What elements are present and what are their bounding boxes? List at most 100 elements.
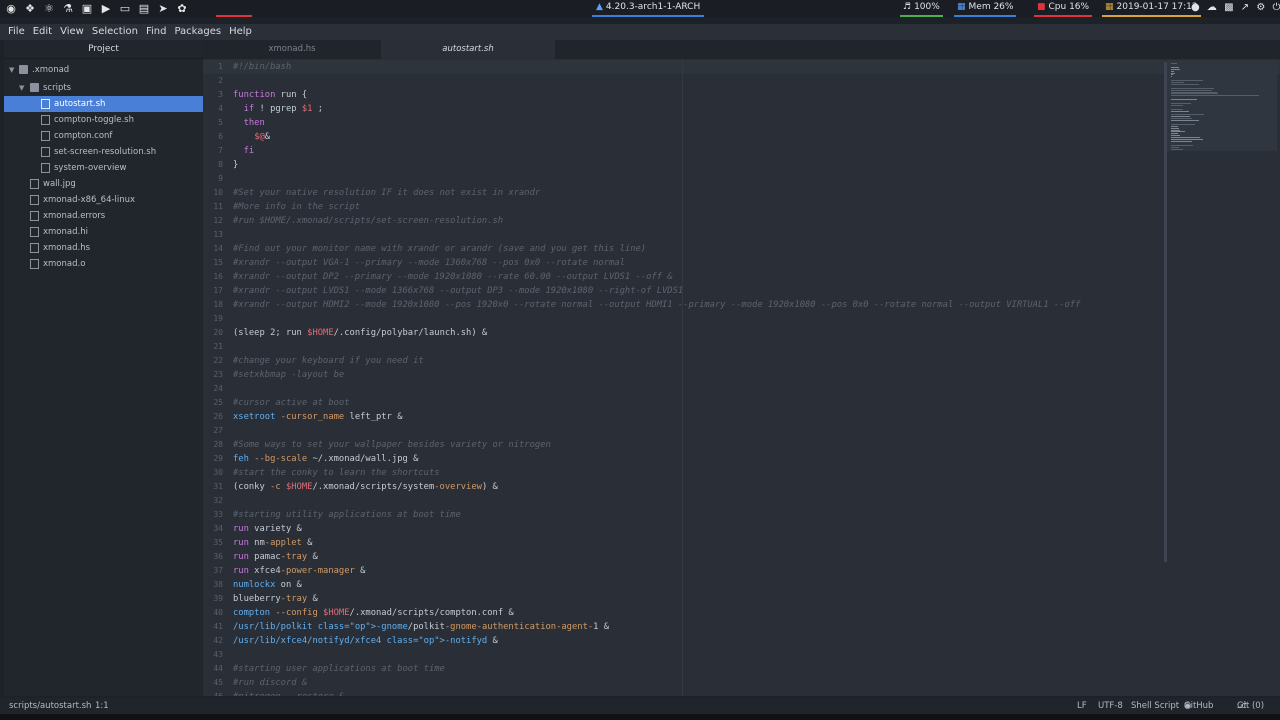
file-icon <box>30 211 39 221</box>
code-line[interactable]: #starting utility applications at boot t… <box>233 508 461 522</box>
tree-file-compton-toggle[interactable]: compton-toggle.sh <box>4 112 203 128</box>
power-icon[interactable]: ⏻ <box>1272 2 1280 13</box>
code-line[interactable]: #starting user applications at boot time <box>233 662 445 676</box>
flask-icon[interactable]: ⚗ <box>60 0 76 17</box>
code-line[interactable]: (conky -c $HOME/.xmonad/scripts/system-o… <box>233 480 498 494</box>
code-line[interactable]: numlockx on & <box>233 578 302 592</box>
code-line[interactable]: $@& <box>233 130 270 144</box>
code-line[interactable]: run pamac-tray & <box>233 550 318 564</box>
code-line[interactable]: run xfce4-power-manager & <box>233 564 365 578</box>
code-line[interactable]: xsetroot -cursor_name left_ptr & <box>233 410 403 424</box>
code-line[interactable]: feh --bg-scale ~/.xmonad/wall.jpg & <box>233 452 418 466</box>
code-line[interactable]: /usr/lib/xfce4/notifyd/xfce4 class="op">… <box>233 634 498 648</box>
tab-autostart-sh[interactable]: autostart.sh <box>381 40 555 59</box>
menu-file[interactable]: File <box>4 24 29 40</box>
file-path[interactable]: scripts/autostart.sh <box>9 698 91 714</box>
code-line[interactable]: #!/bin/bash <box>233 60 291 74</box>
file-encoding[interactable]: UTF-8 <box>1098 698 1123 714</box>
grammar-selector[interactable]: Shell Script <box>1131 698 1179 714</box>
memory-icon: ▦ <box>957 2 966 12</box>
arrow-icon[interactable]: ↗ <box>1241 2 1249 13</box>
files-icon[interactable]: ▤ <box>136 0 152 17</box>
project-tree-panel: Project ▼ .xmonad ▼ scripts autostart.sh c… <box>4 40 203 696</box>
code-line[interactable]: #nitrogen --restore & <box>233 690 344 696</box>
code-line[interactable]: } <box>233 158 238 172</box>
tree-file-autostart[interactable]: autostart.sh <box>4 96 203 112</box>
tree-file-compton-conf[interactable]: compton.conf <box>4 128 203 144</box>
line-number: 29 <box>213 454 223 463</box>
code-line[interactable]: #cursor active at boot <box>233 396 350 410</box>
video-icon[interactable]: ▶ <box>98 0 114 17</box>
tree-file-xmonad-binary[interactable]: xmonad-x86_64-linux <box>4 192 203 208</box>
menu-find[interactable]: Find <box>142 24 171 40</box>
code-line[interactable]: #Find out your monitor name with xrandr … <box>233 242 646 256</box>
tree-file-xmonad-o[interactable]: xmonad.o <box>4 256 203 272</box>
cursor-position[interactable]: 1:1 <box>95 698 109 714</box>
code-line[interactable]: then <box>233 116 265 130</box>
workspace-indicator <box>216 15 252 17</box>
code-line[interactable]: run variety & <box>233 522 302 536</box>
code-editor[interactable]: 1 2 3 4 5 6 7 8 9 10 11 12 13 14 15 16 17 18 19 20 21 22 23 24 2… <box>203 59 1280 696</box>
code-line[interactable]: function run { <box>233 88 307 102</box>
laptop-icon[interactable]: ▭ <box>117 0 133 17</box>
menu-selection[interactable]: Selection <box>88 24 142 40</box>
settings-icon[interactable]: ⚙ <box>1256 2 1265 13</box>
line-number: 12 <box>213 216 223 225</box>
system-top-bar: ◉ ❖ ⚛ ⚗ ▣ ▶ ▭ ▤ ➤ ✿ ▲ 4.20.3-arch1-1-ARCH… <box>0 0 1280 17</box>
code-line[interactable]: #xrandr --output LVDS1 --mode 1366x768 -… <box>233 284 683 298</box>
code-line[interactable]: if ! pgrep $1 ; <box>233 102 323 116</box>
atom-icon[interactable]: ⚛ <box>41 0 57 17</box>
code-line[interactable]: #More info in the script <box>233 200 360 214</box>
code-line[interactable]: /usr/lib/polkit class="op">-gnome/polkit… <box>233 620 609 634</box>
code-line[interactable]: compton --config $HOME/.xmonad/scripts/c… <box>233 606 514 620</box>
paw-icon[interactable]: ✿ <box>174 0 190 17</box>
code-line[interactable]: #run discord & <box>233 676 307 690</box>
menu-help[interactable]: Help <box>225 24 256 40</box>
code-line[interactable]: blueberry-tray & <box>233 592 318 606</box>
tree-file-xmonad-hi[interactable]: xmonad.hi <box>4 224 203 240</box>
code-line[interactable]: #run $HOME/.xmonad/scripts/set-screen-re… <box>233 214 503 228</box>
image-viewer-icon[interactable]: ▣ <box>79 0 95 17</box>
volume-module[interactable]: ♬ 100% <box>900 0 943 17</box>
code-line[interactable]: #xrandr --output DP2 --primary --mode 19… <box>233 270 673 284</box>
code-line[interactable]: #xrandr --output VGA-1 --primary --mode … <box>233 256 625 270</box>
menu-edit[interactable]: Edit <box>29 24 56 40</box>
line-number: 18 <box>213 300 223 309</box>
tree-file-xmonad-hs[interactable]: xmonad.hs <box>4 240 203 256</box>
telegram-icon[interactable]: ➤ <box>155 0 171 17</box>
minimap-line <box>1171 89 1212 91</box>
code-line[interactable]: (sleep 2; run $HOME/.config/polybar/laun… <box>233 326 487 340</box>
cpu-module[interactable]: ■ Cpu 16% <box>1034 0 1093 17</box>
memory-module[interactable]: ▦ Mem 26% <box>954 0 1017 17</box>
code-line[interactable]: #Some ways to set your wallpaper besides… <box>233 438 551 452</box>
menu-view[interactable]: View <box>56 24 88 40</box>
line-ending[interactable]: LF <box>1077 698 1087 714</box>
code-line[interactable]: run nm-applet & <box>233 536 312 550</box>
camera-icon[interactable]: ▩ <box>1224 2 1233 13</box>
code-line[interactable]: #change your keyboard if you need it <box>233 354 424 368</box>
minimap[interactable] <box>1167 61 1277 151</box>
tree-file-wall[interactable]: wall.jpg <box>4 176 203 192</box>
menu-packages[interactable]: Packages <box>170 24 225 40</box>
code-line[interactable]: fi <box>233 144 255 158</box>
tree-folder-xmonad[interactable]: ▼ .xmonad <box>4 62 203 78</box>
code-line[interactable]: #xrandr --output HDMI2 --mode 1920x1080 … <box>233 298 1080 312</box>
tab-xmonad-hs[interactable]: xmonad.hs <box>203 40 381 59</box>
code-line[interactable]: #setxkbmap -layout be <box>233 368 344 382</box>
launcher-bar: ◉ ❖ ⚛ ⚗ ▣ ▶ ▭ ▤ ➤ ✿ <box>3 0 190 17</box>
cloud-icon[interactable]: ☁ <box>1207 2 1217 13</box>
tree-file-set-screen-resolution[interactable]: set-screen-resolution.sh <box>4 144 203 160</box>
code-line[interactable]: #Set your native resolution IF it does n… <box>233 186 540 200</box>
globe-icon[interactable]: ● <box>1191 2 1200 13</box>
line-number: 13 <box>213 230 223 239</box>
code-line[interactable]: #start the conky to learn the shortcuts <box>233 466 440 480</box>
tree-file-xmonad-errors[interactable]: xmonad.errors <box>4 208 203 224</box>
line-number: 33 <box>213 510 223 519</box>
tree-file-system-overview[interactable]: system-overview <box>4 160 203 176</box>
codium-icon[interactable]: ❖ <box>22 0 38 17</box>
firefox-icon[interactable]: ◉ <box>3 0 19 17</box>
minimap-line <box>1171 133 1179 135</box>
clock-module[interactable]: ▦ 2019-01-17 17:12 <box>1102 0 1201 17</box>
tree-folder-scripts[interactable]: ▼ scripts <box>4 80 203 96</box>
minimap-line <box>1171 148 1183 150</box>
